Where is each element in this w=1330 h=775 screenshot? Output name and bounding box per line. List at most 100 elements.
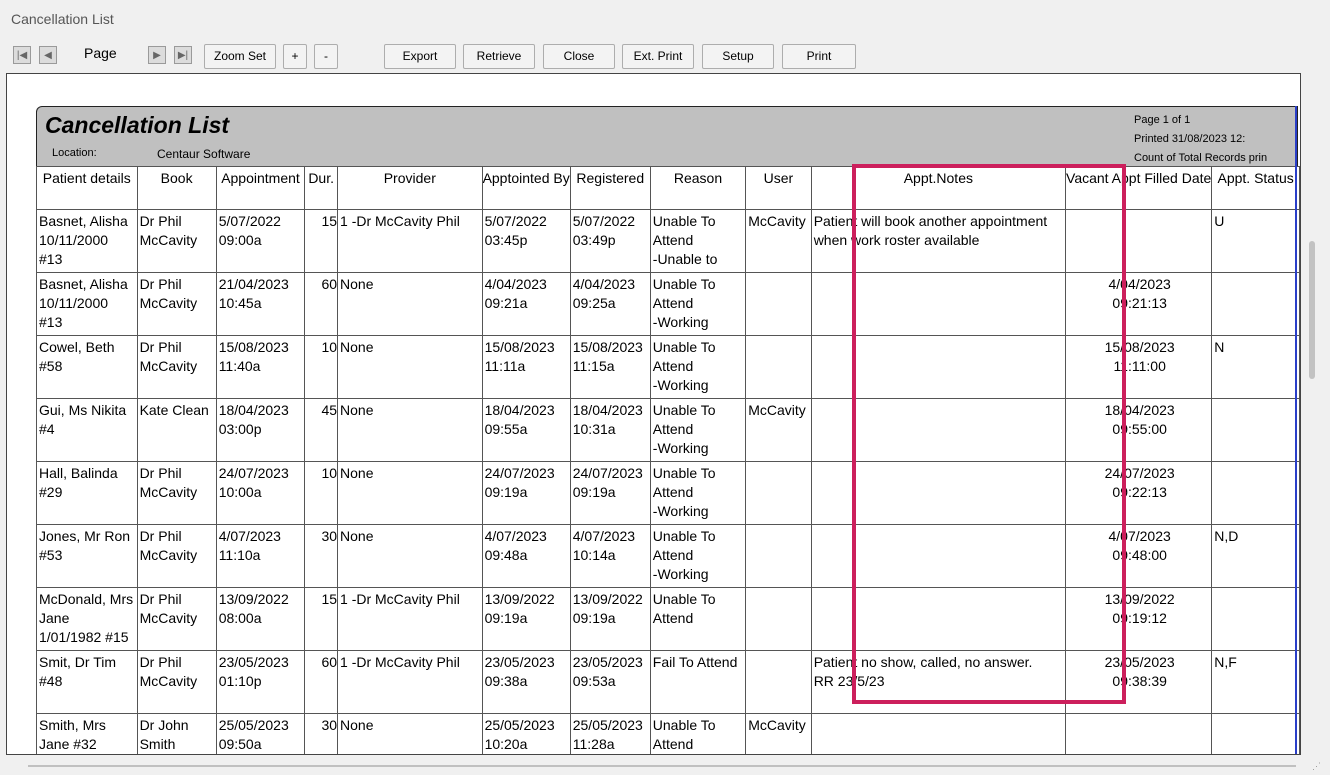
cell-line: McCavity: [139, 232, 198, 248]
location-label: Location:: [52, 147, 97, 159]
cell-line: Dr Phil: [139, 591, 182, 607]
cell-apptointed-by: 24/07/2023 09:19a: [481, 461, 571, 525]
cell-line: Cowel, Beth: [39, 339, 115, 355]
cell-appt-status: [1211, 272, 1300, 336]
cell-line: 11:10a: [218, 547, 261, 563]
cell-appt-status: N,F: [1211, 650, 1300, 714]
cell-line: Dr Phil: [139, 528, 182, 544]
last-page-icon[interactable]: ▶|: [174, 46, 192, 64]
cell-appt-notes: [810, 713, 1067, 754]
column-header-appointment: Appointment: [215, 166, 306, 210]
cell-patient-details: Smit, Dr Tim #48: [36, 650, 138, 714]
table-row: Cowel, Beth #58 Dr Phil McCavity 15/08/2023 1…: [36, 335, 1300, 399]
cell-line: McCavity: [139, 295, 198, 311]
column-header-appt-status: Appt. Status: [1211, 166, 1300, 210]
export-button[interactable]: Export: [384, 44, 456, 69]
cell-line: 09:48a: [484, 547, 528, 563]
column-header-duration: Dur.: [304, 166, 339, 210]
table-row: Smit, Dr Tim #48 Dr Phil McCavity 23/05/2023…: [36, 650, 1300, 714]
ext-print-button[interactable]: Ext. Print: [622, 44, 694, 69]
report-title: Cancellation List: [45, 112, 230, 138]
cell-line: Dr Phil: [139, 654, 182, 670]
cell-registered: 5/07/2022 03:49p: [569, 209, 651, 273]
cell-reason: Unable To Attend -Working: [649, 272, 747, 336]
cell-line: 18/04/2023: [572, 402, 643, 418]
cell-line: 09:21a: [484, 295, 528, 311]
cell-appt-status: [1211, 461, 1300, 525]
cell-line: #58: [39, 358, 63, 374]
cell-book: Dr Phil McCavity: [136, 587, 217, 651]
cell-duration: 60: [304, 272, 339, 336]
cell-registered: 25/05/2023 11:28a: [569, 713, 651, 754]
cell-appt-notes: [810, 335, 1067, 399]
cell-appointment: 25/05/2023 09:50a: [215, 713, 306, 754]
cell-line: #13: [39, 251, 63, 267]
cell-line: 13/09/2022: [218, 591, 289, 607]
close-button[interactable]: Close: [543, 44, 615, 69]
resize-grip-icon[interactable]: ⋰: [1312, 761, 1321, 772]
cell-vacant-appt-filled-date: [1065, 209, 1213, 273]
cell-line: 4/04/2023: [572, 276, 636, 292]
cell-appointment: 15/08/2023 11:40a: [215, 335, 306, 399]
cell-line: Unable To: [652, 213, 716, 229]
zoom-in-button[interactable]: +: [283, 44, 307, 69]
table-row: Hall, Balinda #29 Dr Phil McCavity 24/07/202…: [36, 461, 1300, 525]
cell-line: Attend: [652, 547, 694, 563]
cell-line: 24/07/2023: [218, 465, 289, 481]
cell-line: -Working: [652, 503, 709, 519]
column-header-appt-notes: Appt.Notes: [810, 166, 1067, 210]
cell-line: 09:38a: [484, 673, 528, 689]
cell-line: Dr Phil: [139, 339, 182, 355]
print-button[interactable]: Print: [782, 44, 856, 69]
cell-line: 23/05/2023: [484, 654, 555, 670]
cell-line: Hall, Balinda: [39, 465, 118, 481]
cell-line: 5/07/2022: [484, 213, 547, 229]
cell-line: Smit, Dr Tim: [39, 654, 116, 670]
cell-line: 4/04/2023: [484, 276, 547, 292]
cell-appointment: 24/07/2023 10:00a: [215, 461, 306, 525]
column-header-patient-details: Patient details: [36, 166, 138, 210]
cell-line: -Working: [652, 440, 709, 456]
cell-patient-details: Hall, Balinda #29: [36, 461, 138, 525]
cell-line: 24/07/2023: [1104, 465, 1175, 481]
cell-vacant-appt-filled-date: [1065, 713, 1213, 754]
cell-line: Jones, Mr Ron: [39, 528, 131, 544]
cell-line: McCavity: [139, 358, 198, 374]
next-page-icon[interactable]: ▶: [148, 46, 166, 64]
cell-line: Fail To Attend: [652, 654, 738, 670]
cell-line: 18/04/2023: [1104, 402, 1175, 418]
cell-duration: 30: [304, 524, 339, 588]
zoom-set-button[interactable]: Zoom Set: [204, 44, 276, 69]
prev-page-icon[interactable]: ◀: [39, 46, 57, 64]
cell-line: 03:00p: [218, 421, 262, 437]
toolbar: |◀ ◀ Page ▶ ▶| Zoom Set + - Export Retri…: [0, 40, 1330, 72]
scrollbar-thumb[interactable]: [1309, 241, 1315, 379]
report-viewer[interactable]: Cancellation List Location: Centaur Soft…: [6, 73, 1301, 755]
cell-duration: 10: [304, 461, 339, 525]
cell-line: 09:55:00: [1112, 421, 1167, 437]
cell-appt-notes: [810, 461, 1067, 525]
cancellation-table: Patient details Book Appointment Dur. Provid…: [36, 166, 1300, 754]
zoom-out-button[interactable]: -: [314, 44, 338, 69]
vertical-scrollbar[interactable]: [1302, 73, 1322, 755]
retrieve-button[interactable]: Retrieve: [463, 44, 535, 69]
cell-registered: 23/05/2023 09:53a: [569, 650, 651, 714]
cell-line: Dr Phil: [139, 276, 182, 292]
cell-provider: None: [337, 524, 483, 588]
cell-line: #4: [39, 421, 55, 437]
cell-line: #48: [39, 673, 63, 689]
printed-date: Printed 31/08/2023 12:: [1134, 133, 1246, 145]
cell-line: 09:19a: [572, 610, 616, 626]
cell-vacant-appt-filled-date: 24/07/2023 09:22:13: [1065, 461, 1213, 525]
table-row: Basnet, Alisha 10/11/2000 #13 Dr Phil McCavi…: [36, 209, 1300, 273]
cell-line: Attend: [652, 232, 694, 248]
first-page-icon[interactable]: |◀: [13, 46, 31, 64]
cell-duration: 15: [304, 209, 339, 273]
cell-line: 11:40a: [218, 358, 261, 374]
cell-registered: 24/07/2023 09:19a: [569, 461, 651, 525]
cell-line: McCavity: [139, 673, 198, 689]
cell-book: Dr John Smith: [136, 713, 217, 754]
horizontal-scrollbar[interactable]: [28, 765, 1296, 767]
cell-registered: 13/09/2022 09:19a: [569, 587, 651, 651]
setup-button[interactable]: Setup: [702, 44, 774, 69]
